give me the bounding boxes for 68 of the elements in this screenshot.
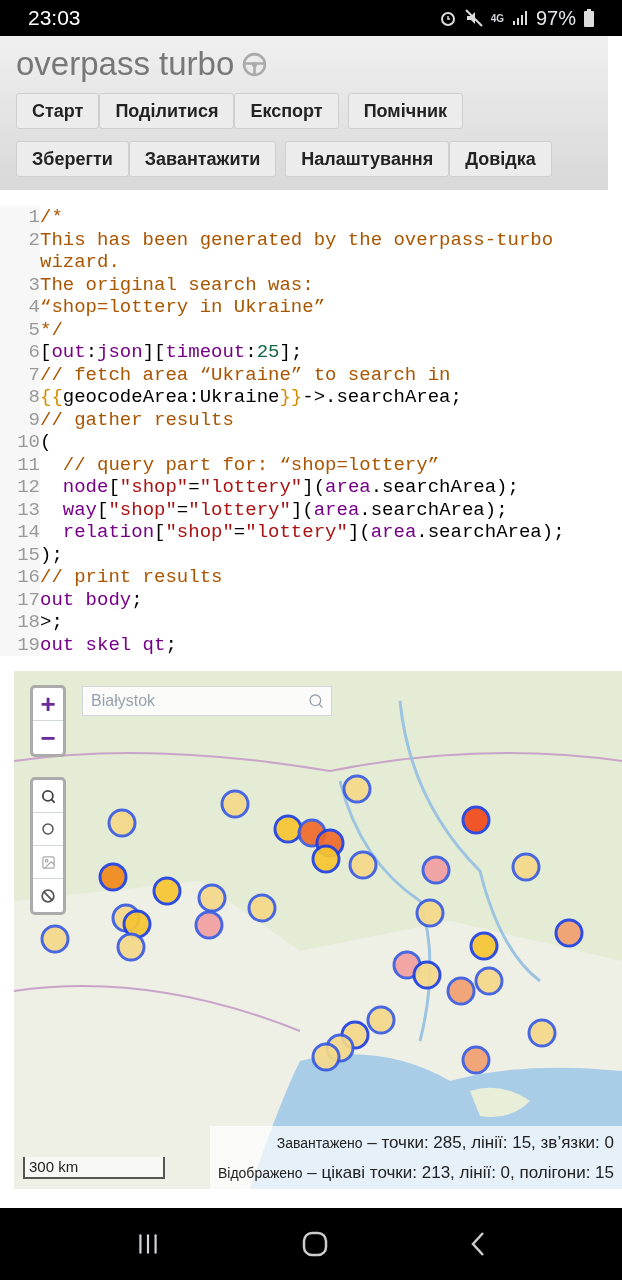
toolbar-button[interactable]: Налаштування (285, 141, 450, 177)
scale-bar: 300 km (23, 1157, 165, 1179)
battery-icon (584, 9, 594, 27)
signal-icon (511, 10, 528, 26)
line-number: 17 (0, 588, 40, 611)
code-line: node["shop"="lottery"](area.searchArea); (61, 476, 520, 499)
image-icon (40, 854, 56, 870)
circle-icon (42, 823, 54, 835)
toolbar-button[interactable]: Експорт (234, 93, 339, 129)
line-number: 4 (0, 296, 40, 319)
network-label: 4G (490, 11, 504, 26)
zoom-in-button[interactable]: + (33, 688, 63, 721)
line-number: 12 (0, 476, 40, 499)
ban-icon (41, 888, 55, 903)
line-number: 5 (0, 318, 40, 341)
code-line: // query part for: “shop=lottery” (61, 453, 441, 476)
toolbar-button[interactable]: Зберегти (16, 141, 129, 177)
line-number: 11 (0, 453, 40, 476)
code-line: ); (40, 543, 64, 566)
code-line: // gather results (40, 408, 235, 431)
line-number: 1 (0, 206, 40, 229)
toolbar-button[interactable]: Поділитися (99, 93, 235, 129)
line-number: 19 (0, 633, 40, 656)
code-line: out skel qt; (40, 633, 178, 656)
magnifier-icon (40, 788, 56, 804)
stats-line: Відображено – цікаві точки: 213, лінії: 0, полігони: 15 (217, 1161, 614, 1184)
line-number: 15 (0, 543, 40, 566)
toolbar-button[interactable]: Довідка (449, 141, 552, 177)
steering-wheel-icon (242, 51, 268, 77)
line-number: 9 (0, 408, 40, 431)
code-line: /* (40, 206, 64, 229)
line-number: 3 (0, 273, 40, 296)
mute-icon (464, 9, 483, 27)
stats-line: Завантажено – точки: 285, лінії: 15, зв’язки: 0 (276, 1132, 614, 1154)
code-line: // print results (40, 566, 224, 589)
line-number: 18 (0, 611, 40, 634)
code-line: ( (40, 431, 53, 454)
search-field[interactable]: Białystok (82, 686, 332, 716)
line-number: 7 (0, 363, 40, 386)
code-line: // fetch area “Ukraine” to search in (40, 363, 452, 386)
code-line: The original search was: (40, 273, 315, 296)
code-line: {{geocodeArea:Ukraine}}->.searchArea; (40, 386, 463, 409)
status-time: 23:03 (28, 5, 81, 32)
line-number: 14 (0, 521, 40, 544)
map-view[interactable]: + − Białystok 300 km Завантажено – точки: 285, лінії: 15, зв’язки: 0 Відображено – цікаві точки: 213, лінії: 0, полігони: 15 (14, 671, 622, 1189)
code-line: This has been generated by the overpass-turbo wizard. (40, 228, 555, 274)
home-icon[interactable] (302, 1231, 328, 1257)
line-number: 8 (0, 386, 40, 409)
toolbar-button[interactable]: Помічник (347, 93, 464, 129)
alarm-icon (438, 9, 457, 27)
line-number: 16 (0, 566, 40, 589)
line-number: 2 (0, 228, 40, 274)
code-line: out body; (40, 588, 144, 611)
code-line: */ (40, 318, 64, 341)
code-line: way["shop"="lottery"](area.searchArea); (61, 498, 509, 521)
code-line: relation["shop"="lottery"](area.searchArea); (61, 521, 566, 544)
code-line: “shop=lottery in Ukraine” (40, 296, 327, 319)
battery-level: 97% (535, 6, 576, 31)
line-number: 13 (0, 498, 40, 521)
toolbar-button[interactable]: Старт (16, 93, 100, 129)
toolbar-button[interactable]: Завантажити (128, 141, 277, 177)
search-icon (308, 693, 324, 709)
line-number: 6 (0, 341, 40, 364)
code-line: [out:json][timeout:25]; (40, 341, 304, 364)
zoom-out-button[interactable]: − (33, 721, 63, 754)
line-number: 10 (0, 431, 40, 454)
app-title: overpass turbo (16, 44, 235, 84)
code-line: >; (40, 611, 64, 634)
